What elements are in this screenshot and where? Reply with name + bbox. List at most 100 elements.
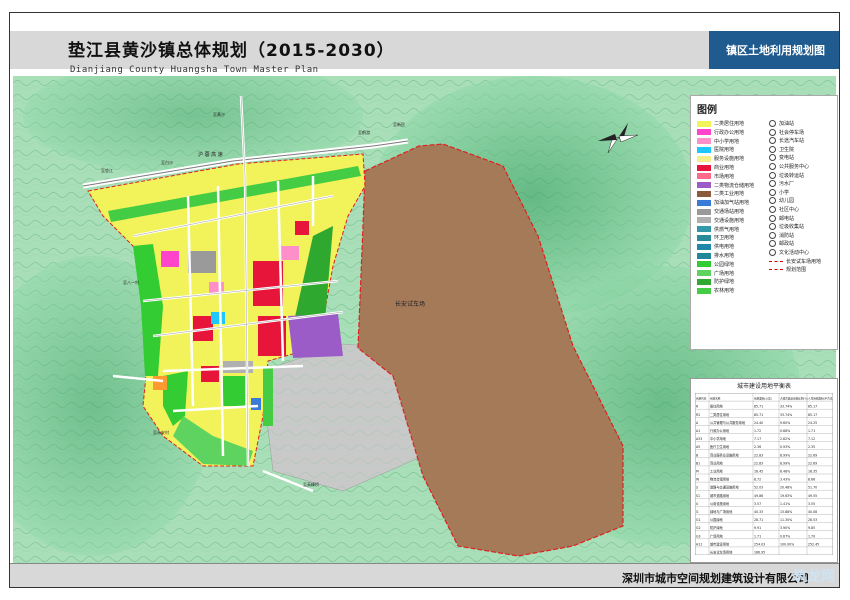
company-name: 深圳市城市空间规划建筑设计有限公司 [622, 572, 809, 585]
table-cell: 40.33 [754, 510, 763, 514]
legend-swatch [697, 146, 711, 153]
legend-land-use-item: 供电用地 [697, 243, 734, 251]
legend-label: 排水用地 [714, 253, 735, 259]
map-legend: 图例 二类居住用地 行政办公用地 中小学用地 医院用地 服务设施用地 商业用地 市场用地 二类… [690, 95, 838, 350]
sheet-name: 镇区土地利用规划图 [726, 44, 825, 57]
legend-symbol-icon [769, 137, 776, 145]
table-cell: 9.91 [754, 526, 761, 530]
legend-label: 长安试车场用地 [786, 258, 822, 265]
table-cell: 居住用地 [710, 404, 724, 409]
road-label: 至垫江 [101, 167, 113, 173]
table-cell: A33 [696, 437, 702, 441]
table-cell: 道路与交通设施用地 [710, 485, 739, 490]
table-cell: 公共管理与公共服务用地 [710, 420, 746, 425]
admin-office-land[interactable] [161, 251, 179, 267]
road-label: 至鹤游 [358, 129, 370, 135]
fuel-station[interactable] [153, 376, 167, 390]
table-cell: B [696, 453, 698, 457]
table-cell: 3.43% [780, 478, 790, 482]
table-header-cell: 用地代码 [696, 397, 707, 401]
table-cell: M [696, 470, 699, 474]
table-cell: 19.63% [780, 494, 792, 498]
legend-symbol-icon [769, 206, 776, 213]
legend-symbol-item: 垃圾转运站 [769, 171, 805, 180]
legend-swatch [697, 270, 711, 277]
legend-swatch [697, 190, 711, 197]
legend-swatch [697, 217, 711, 224]
table-cell: 22.69 [808, 453, 817, 457]
legend-land-use-item: 环卫用地 [697, 234, 734, 242]
legend-land-use-item: 供燃气用地 [697, 226, 739, 234]
table-cell: 广场用地 [710, 533, 724, 538]
legend-land-use-item: 二类居住用地 [697, 120, 744, 128]
legend-label: 交通场站用地 [714, 209, 745, 215]
legend-label: 邮电站 [779, 215, 795, 222]
bus-station-land[interactable] [188, 251, 216, 273]
table-cell: R2 [696, 413, 700, 417]
table-cell: 中小学用地 [710, 436, 727, 441]
legend-symbol-icon [769, 197, 776, 205]
legend-symbol-icon [769, 163, 776, 170]
table-cell: 医疗卫生用地 [710, 444, 730, 449]
highway-label: 沪 蓉 高 速 [198, 151, 223, 158]
table-cell: 行政办公用地 [710, 428, 730, 433]
legend-label: 文化活动中心 [779, 250, 810, 256]
legend-symbol-item: 加油站 [769, 120, 794, 128]
hospital-land[interactable] [211, 312, 225, 324]
legend-label: 污水厂 [779, 181, 795, 188]
legend-swatch [697, 182, 711, 189]
legend-label: 防护绿地 [714, 279, 735, 286]
legend-label: 医院用地 [714, 147, 735, 154]
legend-swatch [697, 155, 711, 162]
table-cell: A1 [696, 429, 700, 433]
road-label: 至永安村 [153, 429, 169, 435]
table-cell: 28.71 [754, 518, 763, 522]
legend-swatch [697, 226, 711, 233]
legend-label: 公共服务中心 [779, 164, 810, 170]
legend-label: 加油站 [779, 121, 795, 127]
table-cell: G1 [696, 518, 701, 522]
table-cell: 22.83 [754, 461, 763, 465]
table-cell: W [696, 478, 700, 482]
legend-label: 垃圾转运站 [779, 172, 805, 179]
table-cell: 公用设施用地 [710, 501, 730, 506]
legend-land-use-item: 加油加气站用地 [697, 199, 749, 207]
table-title: 城市建设用地平衡表 [736, 383, 791, 390]
table-cell: 9.60% [780, 421, 790, 425]
table-cell: 16.45 [754, 470, 763, 474]
legend-swatch [697, 208, 711, 215]
table-cell: 长安试车场用地 [710, 550, 733, 555]
legend-symbol-item: 规划范围 [769, 266, 806, 274]
title-bar: 镇区土地利用规划图 垫江县黄沙镇总体规划（2015-2030） [10, 31, 839, 69]
table-cell: B1 [696, 461, 700, 465]
commercial-block[interactable] [295, 221, 309, 235]
table-cell: R [696, 405, 699, 409]
legend-label: 供燃气用地 [714, 226, 740, 233]
legend-symbol-icon [769, 120, 776, 127]
legend-land-use-item: 防护绿地 [697, 278, 734, 286]
legend-symbol-icon [769, 240, 776, 248]
table-cell: 3.55 [808, 502, 815, 506]
table-cell: 33.74% [780, 405, 792, 409]
legend-land-use-item: 医院用地 [697, 146, 734, 154]
table-cell: 51.70 [808, 486, 817, 490]
legend-symbol-item: 长途汽车站 [769, 137, 804, 145]
commercial-block[interactable] [253, 261, 283, 306]
table-cell: 9.85 [808, 526, 815, 530]
legend-symbol-icon [769, 260, 783, 262]
table-cell: 11.30% [780, 518, 792, 522]
table-cell: S [696, 486, 698, 490]
legend-label: 服务设施用地 [714, 156, 745, 163]
gas-station[interactable] [251, 398, 261, 410]
table-cell: 28.53 [808, 518, 817, 522]
legend-symbol-item: 社区中心 [769, 206, 799, 214]
test-field-label: 长安试车场 [395, 300, 425, 308]
school-land[interactable] [281, 246, 299, 260]
table-cell: 3.57 [754, 502, 761, 506]
legend-symbol-item: 邮电站 [769, 214, 795, 223]
legend-label: 二类居住用地 [714, 121, 745, 127]
legend-label: 社会停车场 [779, 129, 805, 136]
logistics-land[interactable] [288, 314, 343, 358]
road-label: 至黄沙 [213, 111, 225, 117]
legend-label: 环卫用地 [714, 235, 735, 242]
